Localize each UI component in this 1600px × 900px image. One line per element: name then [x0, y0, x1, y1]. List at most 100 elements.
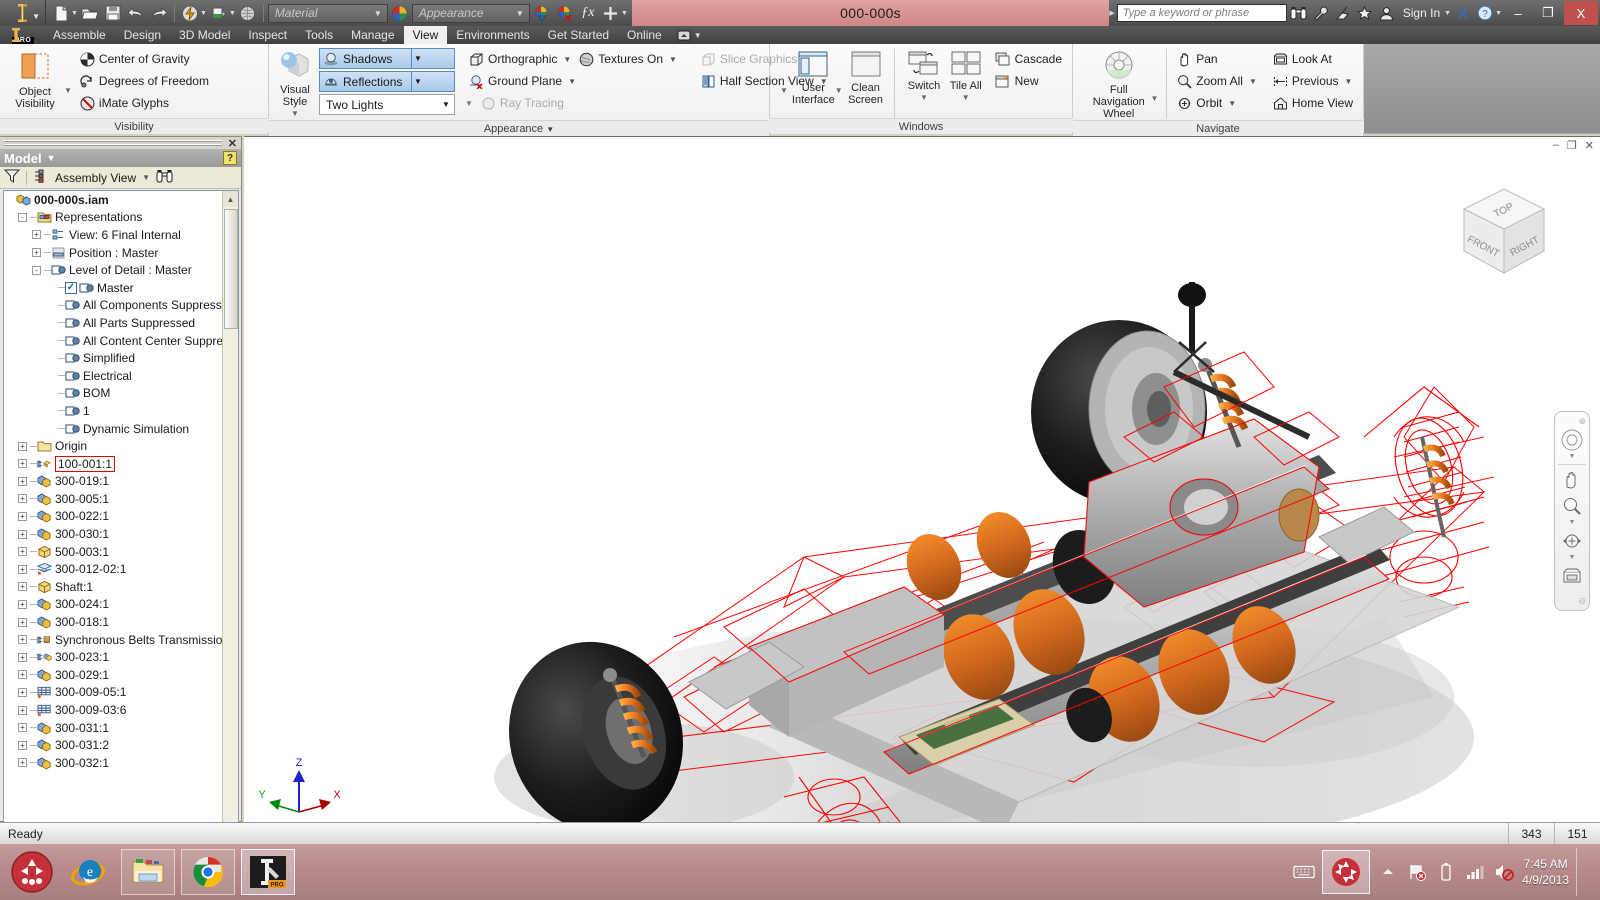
document-restore-button[interactable]: ❐ — [1567, 139, 1577, 152]
tree-node[interactable]: +300-031:2 — [4, 736, 223, 754]
tree-node[interactable]: +300-019:1 — [4, 473, 223, 491]
tree-expander[interactable]: + — [18, 529, 27, 539]
tree-node[interactable]: +300-029:1 — [4, 666, 223, 684]
tree-expander[interactable]: + — [18, 511, 27, 521]
taskbar-chrome[interactable] — [181, 849, 235, 895]
chevron-down-icon[interactable]: ▼ — [200, 10, 207, 17]
model-tree[interactable]: 000-000s.iam - Representations + View: 6 Fin… — [3, 190, 239, 900]
taskbar-internet-explorer[interactable]: e — [61, 849, 115, 895]
tree-node[interactable]: +300-022:1 — [4, 508, 223, 526]
new-window-button[interactable]: New — [991, 70, 1066, 92]
pan-button[interactable]: Pan — [1173, 48, 1261, 70]
exchange-icon[interactable]: X — [1453, 3, 1473, 23]
chevron-down-icon[interactable]: ▼ — [563, 55, 571, 64]
menu-tab-design[interactable]: Design — [115, 26, 170, 44]
tree-node[interactable]: +300-032:1 — [4, 754, 223, 772]
open-file-button[interactable] — [79, 2, 101, 24]
tree-node[interactable]: All Content Center Suppresse — [4, 332, 223, 350]
document-close-button[interactable]: ✕ — [1585, 139, 1594, 152]
tree-node[interactable]: +300-018:1 — [4, 613, 223, 631]
chevron-down-icon[interactable]: ▼ — [371, 9, 385, 18]
network-bars-icon[interactable] — [1464, 861, 1486, 883]
filter-funnel-icon[interactable] — [3, 169, 21, 186]
material-style-button[interactable] — [208, 2, 230, 24]
binoculars-icon[interactable] — [1289, 3, 1309, 23]
tree-node[interactable]: +300-009-03:6 — [4, 701, 223, 719]
tree-node[interactable]: + Synchronous Belts Transmission:1 — [4, 631, 223, 649]
new-file-button[interactable] — [50, 2, 72, 24]
browser-grip[interactable]: ✕ — [0, 137, 241, 150]
tree-expander[interactable]: - — [32, 265, 41, 275]
parameters-button[interactable]: ƒx — [577, 2, 599, 24]
material-combo[interactable]: Material ▼ — [267, 3, 388, 23]
chevron-down-icon[interactable]: ▼ — [621, 10, 628, 17]
switch-windows-button[interactable]: Switch ▼ — [903, 48, 945, 104]
shadows-dropdown[interactable]: ▼ — [411, 49, 424, 68]
menu-tab-get-started[interactable]: Get Started — [539, 26, 618, 44]
tree-node[interactable]: +100-001:1 — [4, 455, 223, 473]
chevron-right-icon[interactable]: ▶ — [1109, 9, 1114, 17]
select-mode-button[interactable] — [237, 2, 259, 24]
scrollbar-thumb[interactable] — [224, 209, 238, 329]
chevron-down-icon[interactable]: ▼ — [229, 10, 236, 17]
tree-vertical-scrollbar[interactable]: ▲ ▼ — [222, 191, 238, 900]
appearance-combo[interactable]: Appearance ▼ — [411, 3, 530, 23]
taskbar-inventor[interactable]: PRO — [241, 849, 295, 895]
orbit-button[interactable]: Orbit ▼ — [1173, 92, 1261, 114]
tree-expander[interactable]: + — [18, 670, 27, 680]
menu-tab-assemble[interactable]: Assemble — [44, 26, 115, 44]
tree-expander[interactable]: + — [18, 705, 27, 715]
help-icon[interactable]: ? — [223, 151, 237, 165]
tree-node[interactable]: +300-012-02:1 — [4, 560, 223, 578]
zoom-icon[interactable] — [1557, 493, 1587, 519]
cad-model-render[interactable] — [244, 137, 1600, 822]
tree-expander[interactable]: + — [32, 248, 41, 258]
tree-expander[interactable]: + — [18, 723, 27, 733]
minimize-button[interactable]: – — [1504, 1, 1532, 25]
tree-node[interactable]: 1 — [4, 402, 223, 420]
tree-expander[interactable]: + — [18, 547, 27, 557]
menu-tab-3d-model[interactable]: 3D Model — [170, 26, 239, 44]
tree-node[interactable]: + View: 6 Final Internal — [4, 226, 223, 244]
chevron-down-icon[interactable]: ▼ — [1345, 77, 1353, 86]
tree-expander[interactable]: + — [18, 617, 27, 627]
pan-hand-icon[interactable] — [1557, 467, 1587, 493]
chevron-down-icon[interactable]: ▼ — [1151, 94, 1159, 103]
binoculars-icon[interactable] — [156, 169, 173, 186]
chevron-down-icon[interactable]: ▼ — [1228, 99, 1236, 108]
tree-expander[interactable]: + — [18, 687, 27, 697]
tree-expander[interactable]: + — [18, 740, 27, 750]
tile-all-button[interactable]: Tile All ▼ — [945, 48, 987, 104]
full-navigation-wheel-button[interactable]: Full Navigation Wheel — [1087, 48, 1151, 120]
add-to-toolbar-button[interactable] — [600, 2, 622, 24]
update-button[interactable] — [179, 2, 201, 24]
home-view-button[interactable]: Home View — [1269, 92, 1357, 114]
tree-expander[interactable]: - — [18, 212, 27, 222]
chevron-down-icon[interactable]: ▼ — [291, 108, 299, 120]
tree-node[interactable]: 000-000s.iam — [4, 191, 223, 209]
tree-expander[interactable]: + — [18, 459, 27, 469]
tree-node[interactable]: +300-005:1 — [4, 490, 223, 508]
menu-tab-environments[interactable]: Environments — [447, 26, 538, 44]
tree-node[interactable]: ✓ Master — [4, 279, 223, 297]
tree-node[interactable]: +500-003:1 — [4, 543, 223, 561]
application-menu-button[interactable]: ▼ — [0, 0, 46, 26]
tree-node[interactable]: Electrical — [4, 367, 223, 385]
cascade-button[interactable]: Cascade — [991, 48, 1066, 70]
tree-expander[interactable]: + — [18, 564, 27, 574]
wrench-icon[interactable] — [1311, 3, 1331, 23]
chevron-down-icon[interactable]: ▼ — [920, 92, 928, 104]
reflections-dropdown[interactable]: ▼ — [411, 72, 424, 91]
tree-node[interactable]: +300-031:1 — [4, 719, 223, 737]
clean-screen-button[interactable]: Clean Screen — [845, 48, 887, 106]
chevron-down-icon[interactable]: ▼ — [1569, 519, 1576, 528]
material-swatch-button[interactable] — [389, 2, 411, 24]
tree-expander[interactable]: + — [18, 494, 27, 504]
save-button[interactable] — [102, 2, 124, 24]
orbit-icon[interactable] — [1557, 528, 1587, 554]
orthographic-button[interactable]: Orthographic ▼ — [465, 48, 575, 70]
appearance-picker-button[interactable] — [531, 2, 553, 24]
tree-node[interactable]: + Position : Master — [4, 244, 223, 262]
lighting-style-select[interactable]: Two Lights ▼ — [319, 94, 455, 115]
view-cube[interactable]: TOP FRONT RIGHT — [1450, 179, 1558, 287]
